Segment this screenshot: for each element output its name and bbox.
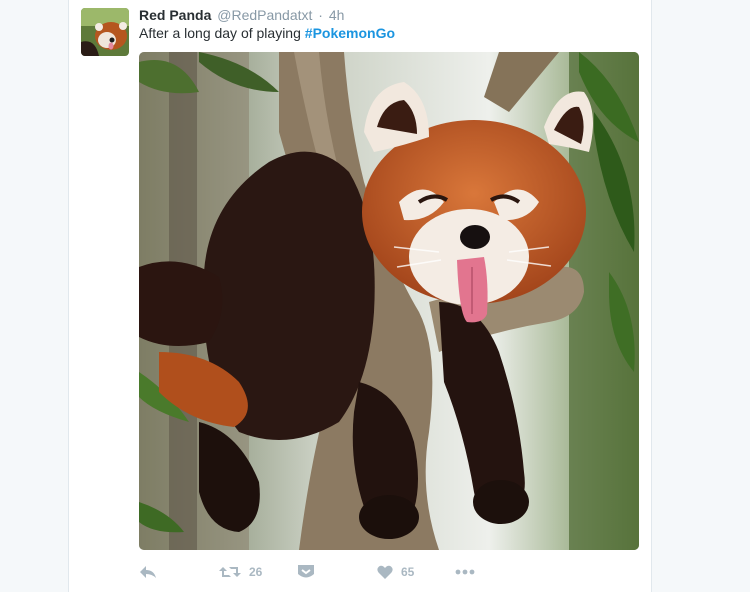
retweet-button[interactable]: 26	[219, 560, 262, 584]
reply-icon	[139, 564, 157, 580]
username-handle[interactable]: @RedPandatxt	[217, 7, 312, 23]
retweet-count: 26	[249, 565, 263, 579]
reply-button[interactable]	[139, 560, 157, 584]
tweet-actions: 26 65	[139, 560, 499, 584]
avatar[interactable]	[81, 8, 129, 56]
more-icon	[455, 569, 475, 575]
like-count: 65	[401, 565, 415, 579]
hashtag-symbol: #	[304, 25, 313, 41]
tweet-header: Red Panda @RedPandatxt · 4h	[139, 6, 344, 24]
more-button[interactable]	[455, 560, 475, 584]
timestamp[interactable]: 4h	[329, 7, 345, 23]
retweet-icon	[219, 564, 241, 580]
hashtag-word: PokemonGo	[312, 25, 396, 41]
save-button[interactable]	[297, 560, 315, 584]
heart-icon	[377, 565, 393, 580]
tweet-photo[interactable]	[139, 52, 639, 550]
save-icon	[297, 564, 315, 580]
tweet-body-text: After a long day of playing	[139, 25, 301, 41]
display-name[interactable]: Red Panda	[139, 7, 211, 23]
tweet-text: After a long day of playing #PokemonGo	[139, 24, 395, 42]
separator-dot: ·	[318, 7, 323, 23]
tweet-card: Red Panda @RedPandatxt · 4h After a long…	[68, 0, 652, 592]
like-button[interactable]: 65	[377, 560, 414, 584]
hashtag-link[interactable]: #PokemonGo	[305, 25, 395, 41]
